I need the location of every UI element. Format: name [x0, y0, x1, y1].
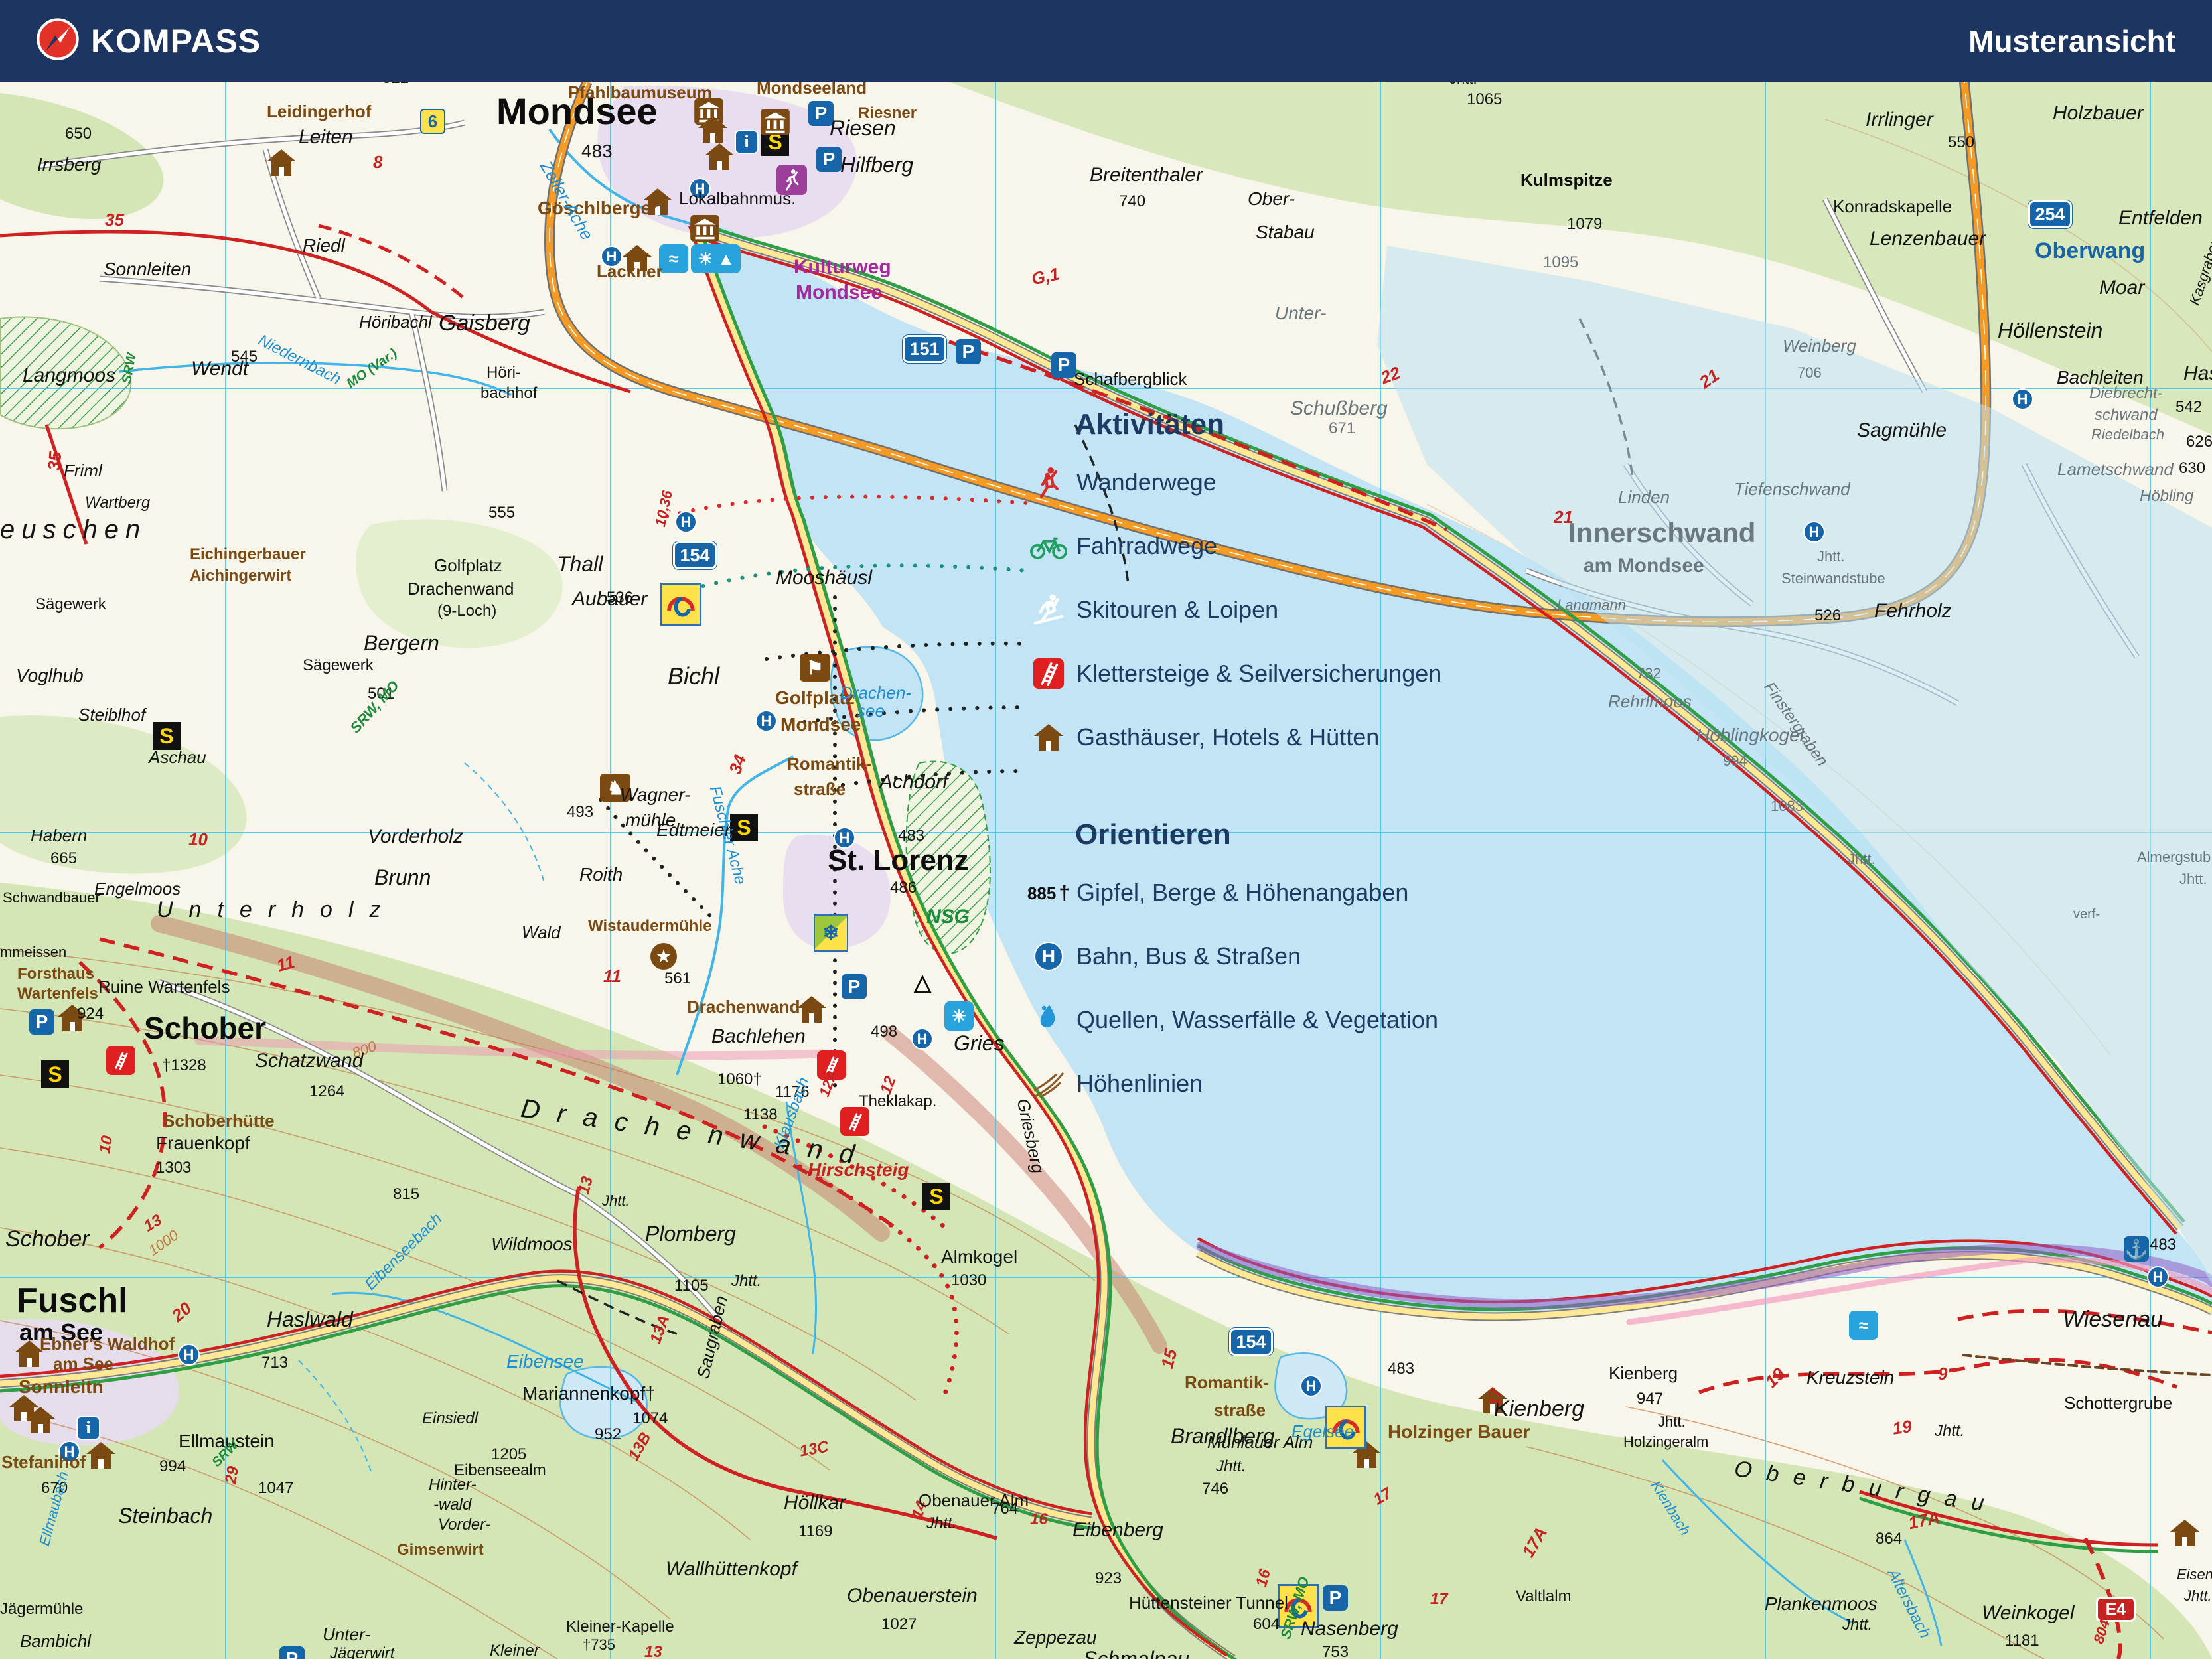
legend-item: Skitouren & Loipen [1027, 578, 1532, 642]
contour-icon [1027, 1069, 1070, 1098]
map-legend: Aktivitäten Wanderwege Fahrradwege Skitour… [1027, 408, 1532, 1116]
map-preview-page: 151 154 154 254 E4 S S S S S P P P P P P P Pi i 6 H H H H H H H H H H… [0, 0, 2212, 1659]
legend-item-label: Bahn, Bus & Straßen [1076, 942, 1301, 970]
legend-activities-title: Aktivitäten [1075, 408, 1224, 441]
legend-item-label: Gasthäuser, Hotels & Hütten [1076, 723, 1380, 751]
legend-item: 885 † Gipfel, Berge & Höhenangaben [1027, 861, 1532, 924]
hiker-icon [1027, 465, 1070, 500]
header-bar: KOMPASS Musteransicht [0, 0, 2212, 82]
legend-item-label: Skitouren & Loipen [1076, 596, 1279, 623]
legend-item: Wanderwege [1027, 451, 1532, 514]
map-canvas: 151 154 154 254 E4 S S S S S P P P P P P P Pi i 6 H H H H H H H H H H… [0, 0, 2212, 1659]
legend-item-label: Wanderwege [1076, 469, 1217, 496]
nsg-area [905, 760, 991, 954]
house-icon [1027, 723, 1070, 752]
page-title: Musteransicht [1968, 23, 2175, 58]
legend-activities-rows: Wanderwege Fahrradwege Skitouren & Loipen K… [1027, 451, 1532, 769]
legend-orientation-title: Orientieren [1075, 818, 1231, 851]
legend-orientation-rows: 885 † Gipfel, Berge & Höhenangaben H Bahn, B… [1027, 861, 1532, 1116]
legend-item-label: Gipfel, Berge & Höhenangaben [1076, 879, 1409, 906]
legend-item-label: Fahrradwege [1076, 532, 1218, 559]
legend-item-label: Quellen, Wasserfälle & Vegetation [1076, 1006, 1438, 1033]
spring-icon [1027, 1004, 1070, 1036]
legend-item: Fahrradwege [1027, 514, 1532, 578]
kompass-logo: KOMPASS [37, 18, 261, 64]
legend-item: Höhenlinien [1027, 1052, 1532, 1116]
legend-item-label: Klettersteige & Seilversicherungen [1076, 660, 1442, 687]
legend-item: Gasthäuser, Hotels & Hütten [1027, 705, 1532, 769]
bike-icon [1027, 532, 1070, 561]
brand-name: KOMPASS [91, 22, 261, 60]
peak-icon: 885 † [1027, 881, 1070, 904]
legend-item: H Bahn, Bus & Straßen [1027, 924, 1532, 988]
bus-icon: H [1027, 942, 1070, 971]
legend-item-label: Höhenlinien [1076, 1070, 1203, 1097]
compass-icon [37, 18, 79, 64]
legend-item: Klettersteige & Seilversicherungen [1027, 642, 1532, 705]
legend-item: Quellen, Wasserfälle & Vegetation [1027, 988, 1532, 1052]
ski-icon [1027, 592, 1070, 628]
ladder-icon [1027, 658, 1070, 689]
